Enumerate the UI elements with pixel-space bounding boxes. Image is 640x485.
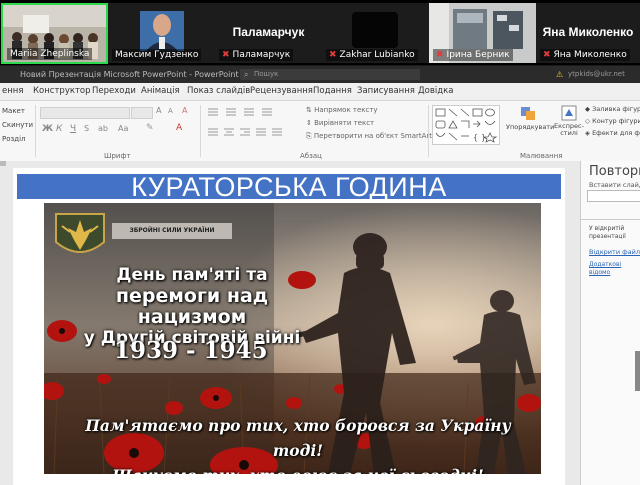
poster-image[interactable]: ЗБРОЙНІ СИЛИ УКРАЇНИ День пам'яті та пер… xyxy=(44,203,541,474)
slide-canvas[interactable]: КУРАТОРСЬКА ГОДИНА ЗБРОЙНІ СИЛИ УКРАЇНИ … xyxy=(13,168,565,485)
font-group-label: Шрифт xyxy=(104,152,131,160)
search-icon: ⌕ xyxy=(244,70,249,79)
participant-name: ✖ Zakhar Lubianko xyxy=(326,49,418,61)
ribbon-tabs: ення Конструктор Переходи Анімація Показ… xyxy=(0,83,640,101)
align-text-button[interactable]: ⇕ Вирівняти текст xyxy=(306,119,374,127)
pane-title: Повторне xyxy=(589,164,640,179)
slide-workspace: КУРАТОРСЬКА ГОДИНА ЗБРОЙНІ СИЛИ УКРАЇНИ … xyxy=(0,161,640,485)
tab-transitions[interactable]: Переходи xyxy=(92,83,136,100)
smartart-icon: ⎘ xyxy=(306,132,314,140)
participant-avatar xyxy=(352,12,398,48)
spacing-icon[interactable]: ab xyxy=(98,124,108,133)
muted-mic-icon: ✖ xyxy=(543,50,551,60)
quick-styles-icon xyxy=(561,105,577,121)
search-placeholder: Пошук xyxy=(254,70,279,78)
strikethrough-icon[interactable]: S xyxy=(84,124,89,133)
muted-mic-icon: ✖ xyxy=(329,50,337,60)
tab-home[interactable]: ення xyxy=(2,83,23,100)
muted-mic-icon: ✖ xyxy=(436,50,444,60)
pane-divider xyxy=(581,219,640,220)
slogan-line-2: Шануємо тих, хто воює за неї сьогодні! xyxy=(68,463,528,474)
poster-years: 1939 - 1945 xyxy=(114,337,268,364)
tab-design[interactable]: Конструктор xyxy=(33,83,91,100)
svg-text:{: { xyxy=(473,133,478,142)
participant-tile-2[interactable]: Максим Гудзенко xyxy=(108,3,215,63)
case-icon[interactable]: Aa xyxy=(118,124,128,133)
insert-label: Вставити слайд і xyxy=(589,181,640,189)
drawing-group-label: Малювання xyxy=(520,152,563,160)
italic-icon[interactable]: К xyxy=(56,124,62,134)
info-text: У відкритій презентації використани сл xyxy=(589,225,626,240)
text-direction-button[interactable]: ⇅ Напрямок тексту xyxy=(306,106,378,114)
warning-icon: ⚠ xyxy=(556,70,564,79)
muted-mic-icon: ✖ xyxy=(222,50,230,60)
window-title: Новий Презентація Microsoft PowerPoint -… xyxy=(20,70,239,79)
headline-line-1: День пам'яті та xyxy=(116,265,268,285)
poster-slogan: Пам'ятаємо про тих, хто боровся за Украї… xyxy=(68,413,528,474)
participant-name: ✖ Паламарчук xyxy=(219,49,294,61)
participant-name: Максим Гудзенко xyxy=(112,49,202,61)
emblem-caption: ЗБРОЙНІ СИЛИ УКРАЇНИ xyxy=(112,223,232,239)
tab-help[interactable]: Довідка xyxy=(418,83,453,100)
participant-tile-3[interactable]: Паламарчук ✖ Паламарчук xyxy=(215,3,322,63)
font-color-icon[interactable]: A xyxy=(176,123,182,133)
shrink-font-icon[interactable]: A xyxy=(168,107,173,115)
font-name-box[interactable] xyxy=(40,107,130,119)
more-info-link[interactable]: Додаткові відомо використання з xyxy=(589,261,639,277)
grow-font-icon[interactable]: A xyxy=(156,106,161,115)
shape-effects-button[interactable]: ◈ Ефекти для фігур xyxy=(585,129,640,137)
title-bar: Новий Презентація Microsoft PowerPoint -… xyxy=(0,66,640,83)
powerpoint-window: Новий Презентація Microsoft PowerPoint -… xyxy=(0,66,640,485)
align-text-icon: ⇕ xyxy=(306,119,315,127)
shape-outline-button[interactable]: ◇ Контур фігури xyxy=(585,117,640,125)
participant-tile-1[interactable]: Mariia Zheplinska xyxy=(1,3,108,64)
underline-icon[interactable]: Ч xyxy=(70,124,76,134)
tab-review[interactable]: Рецензування xyxy=(250,83,313,100)
participant-tile-6[interactable]: Яна Миколенко ✖ Яна Миколенко xyxy=(536,3,640,63)
slogan-line-1: Пам'ятаємо про тих, хто боровся за Украї… xyxy=(85,416,511,460)
insert-slide-field[interactable] xyxy=(587,190,640,202)
divider xyxy=(428,105,429,157)
highlight-icon[interactable]: ✎ xyxy=(146,123,154,133)
reset-button[interactable]: Скинути xyxy=(2,121,33,129)
shapes-gallery[interactable]: {} xyxy=(432,105,500,145)
headline-line-2: перемоги над нацизмом xyxy=(115,285,269,328)
participant-name: Mariia Zheplinska xyxy=(7,48,93,60)
arrange-icon xyxy=(521,107,535,120)
scroll-indicator[interactable] xyxy=(0,161,6,166)
pane-scrollbar[interactable] xyxy=(635,351,640,391)
text-direction-icon: ⇅ xyxy=(306,106,315,114)
tab-view[interactable]: Подання xyxy=(313,83,352,100)
user-account[interactable]: ytpkids@ukr.net xyxy=(568,66,625,83)
smartart-button[interactable]: ⎘ Перетворити на об'єкт SmartArt xyxy=(306,132,432,141)
tab-slideshow[interactable]: Показ слайдів xyxy=(187,83,250,100)
search-box[interactable]: ⌕ Пошук xyxy=(240,69,420,80)
participant-tile-5[interactable]: ✖ Ірина Берник xyxy=(429,3,536,63)
open-file-link[interactable]: Відкрити файл xyxy=(589,248,640,256)
tab-record[interactable]: Записування xyxy=(357,83,415,100)
divider xyxy=(35,105,36,157)
armed-forces-emblem xyxy=(55,213,105,253)
participant-name: ✖ Ірина Берник xyxy=(433,49,513,61)
participant-display-name: Яна Миколенко xyxy=(542,25,634,39)
reuse-slides-pane: Повторне Вставити слайд і У відкритій пр… xyxy=(580,161,640,485)
participant-name: ✖ Яна Миколенко xyxy=(540,49,630,61)
slide-title[interactable]: КУРАТОРСЬКА ГОДИНА xyxy=(17,174,561,201)
quick-styles-button[interactable]: Експрес-стилі xyxy=(554,105,584,137)
participant-strip: Mariia Zheplinska Максим Гудзенко Палама… xyxy=(0,0,640,65)
clear-format-icon[interactable]: A xyxy=(182,106,187,115)
divider xyxy=(200,105,201,157)
shape-fill-button[interactable]: ◆ Заливка фігури xyxy=(585,105,640,113)
participant-display-name: Паламарчук xyxy=(232,25,305,39)
section-button[interactable]: Розділ xyxy=(2,135,26,143)
ribbon: Макет Скинути Розділ A A A Ж К Ч S ab Aa… xyxy=(0,101,640,162)
paragraph-icons[interactable] xyxy=(204,105,304,147)
layout-button[interactable]: Макет xyxy=(2,107,25,115)
tab-animations[interactable]: Анімація xyxy=(141,83,180,100)
arrange-button[interactable]: Упорядкувати xyxy=(506,105,554,131)
paragraph-group-label: Абзац xyxy=(300,152,322,160)
participant-tile-4[interactable]: ✖ Zakhar Lubianko xyxy=(322,3,429,63)
font-size-box[interactable] xyxy=(131,107,153,119)
bold-icon[interactable]: Ж xyxy=(42,124,53,134)
